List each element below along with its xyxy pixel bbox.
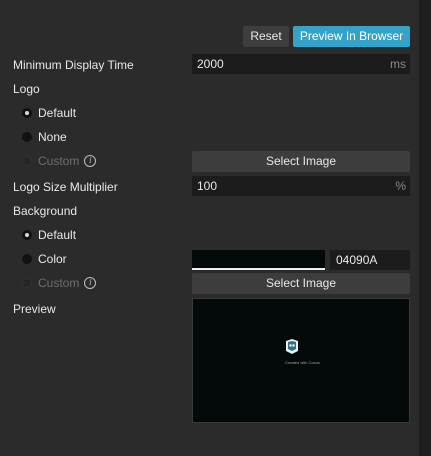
logo-select-image-button[interactable]: Select Image — [192, 151, 410, 172]
background-option-color[interactable]: Color — [22, 251, 67, 267]
splash-settings-panel: Reset Preview In Browser Minimum Display… — [0, 0, 419, 456]
info-icon[interactable]: i — [84, 277, 97, 289]
splash-preview: Created with Cocos — [192, 298, 410, 423]
info-icon[interactable]: i — [84, 155, 97, 167]
vertical-scrollbar[interactable] — [419, 0, 431, 456]
background-color-hex-input[interactable]: 04090A — [330, 250, 410, 270]
logo-option-none-label: None — [38, 130, 67, 144]
logo-option-default[interactable]: Default — [22, 105, 76, 121]
radio-selected-icon — [22, 108, 32, 118]
min-display-time-value: 2000 — [197, 57, 224, 71]
logo-size-value: 100 — [197, 179, 218, 193]
logo-size-unit: % — [395, 179, 406, 193]
radio-selected-icon — [22, 230, 32, 240]
background-label: Background — [13, 204, 78, 218]
radio-disabled-icon — [22, 156, 32, 166]
min-display-time-unit: ms — [390, 57, 406, 71]
radio-disabled-icon — [22, 278, 32, 288]
logo-option-none[interactable]: None — [22, 129, 67, 145]
logo-option-default-label: Default — [38, 106, 77, 120]
splash-caption: Created with Cocos — [285, 360, 320, 365]
background-option-color-label: Color — [38, 252, 67, 266]
cocos-logo-icon — [286, 339, 298, 354]
color-alpha-bar — [192, 268, 325, 270]
logo-size-label: Logo Size Multiplier — [13, 180, 118, 194]
preview-label: Preview — [13, 302, 56, 316]
background-option-custom: Custom i — [22, 275, 97, 291]
min-display-time-label: Minimum Display Time — [13, 58, 134, 72]
radio-icon — [22, 132, 32, 142]
splash-logo: Created with Cocos — [285, 338, 320, 365]
reset-button[interactable]: Reset — [243, 26, 289, 47]
logo-size-input[interactable]: 100 % — [192, 176, 410, 196]
background-option-default[interactable]: Default — [22, 227, 76, 243]
background-option-default-label: Default — [38, 228, 77, 242]
logo-option-custom: Custom i — [22, 153, 97, 169]
preview-in-browser-button[interactable]: Preview In Browser — [293, 26, 410, 47]
background-color-swatch[interactable] — [192, 250, 325, 270]
logo-label: Logo — [13, 82, 40, 96]
radio-icon — [22, 254, 32, 264]
background-select-image-button[interactable]: Select Image — [192, 273, 410, 294]
min-display-time-input[interactable]: 2000 ms — [192, 54, 410, 74]
background-option-custom-label: Custom — [38, 276, 80, 290]
logo-option-custom-label: Custom — [38, 154, 80, 168]
